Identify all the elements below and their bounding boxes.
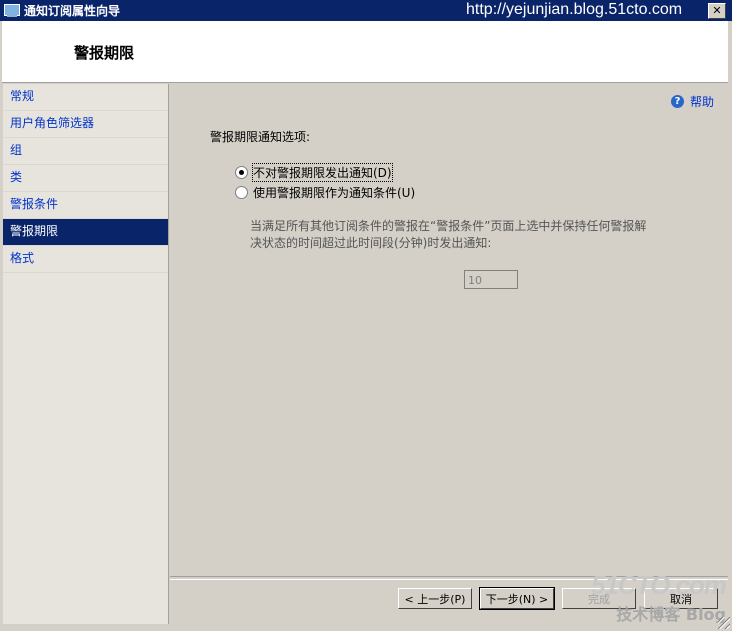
watermark-logo: 51CTO.com 技术博客 Blog [590,570,727,625]
option-use-aging-label: 使用警报期限作为通知条件(U) [253,186,416,200]
option-no-notify[interactable]: 不对警报期限发出通知(D) [235,163,393,182]
sidebar-item-alert-criteria[interactable]: 警报条件 [3,192,168,219]
close-button[interactable]: ✕ [708,3,726,19]
sidebar: 常规 用户角色筛选器 组 类 警报条件 警报期限 格式 [3,84,169,624]
sidebar-item-user-role-filter[interactable]: 用户角色筛选器 [3,111,168,138]
option-use-aging[interactable]: 使用警报期限作为通知条件(U) [235,184,415,201]
page-title: 警报期限 [74,44,135,62]
app-icon [4,3,20,18]
minutes-input[interactable]: 10 [464,270,518,289]
sidebar-item-classes[interactable]: 类 [3,165,168,192]
watermark-url: http://yejunjian.blog.51cto.com [466,1,683,18]
help-link[interactable]: ? 帮助 [670,93,714,110]
watermark-logo-text: 51CTO.com [590,570,727,600]
radio-use-aging[interactable] [235,186,248,199]
back-button[interactable]: < 上一步(P) [398,588,472,609]
section-label: 警报期限通知选项: [210,130,311,144]
radio-no-notify[interactable] [235,166,248,179]
main-panel: ? 帮助 警报期限通知选项: 不对警报期限发出通知(D) 使用警报期限作为通知条… [170,84,728,624]
option-no-notify-label: 不对警报期限发出通知(D) [252,163,393,182]
sidebar-item-groups[interactable]: 组 [3,138,168,165]
sidebar-item-formats[interactable]: 格式 [3,246,168,273]
help-label: 帮助 [689,95,714,109]
sidebar-item-alert-aging[interactable]: 警报期限 [3,219,168,246]
watermark-sub-text: 技术博客 Blog [616,605,726,624]
aging-description: 当满足所有其他订阅条件的警报在“警报条件”页面上选中并保持任何警报解决状态的时间… [250,219,647,250]
resize-grip[interactable] [718,617,730,629]
title-bar: 通知订阅属性向导 http://yejunjian.blog.51cto.com… [0,0,732,21]
next-button[interactable]: 下一步(N) > [479,587,555,610]
wizard-header: 警报期限 [2,21,728,83]
sidebar-item-general[interactable]: 常规 [3,84,168,111]
window-title: 通知订阅属性向导 [24,4,121,18]
help-icon: ? [670,95,684,108]
